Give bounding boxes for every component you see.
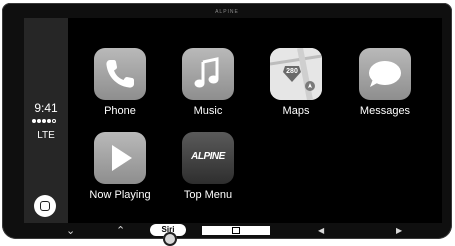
- home-button[interactable]: [34, 195, 56, 217]
- highway-shield-number: 280: [286, 68, 298, 75]
- app-label: Messages: [359, 105, 411, 117]
- alpine-logo-icon: ALPINE: [182, 132, 234, 184]
- app-label: Music: [193, 105, 223, 117]
- hardware-controls: ⌄ ⌃ Siri ◀ ▶: [22, 223, 440, 239]
- app-label: Phone: [104, 105, 136, 117]
- previous-icon[interactable]: ◀: [318, 223, 324, 239]
- app-messages[interactable]: Messages: [345, 48, 425, 117]
- alpine-logo-text: ALPINE: [191, 151, 225, 162]
- signal-strength-icon: [32, 119, 56, 123]
- app-phone[interactable]: Phone: [80, 48, 160, 117]
- chevron-up-icon[interactable]: ⌃: [116, 223, 125, 239]
- head-unit-bezel: ALPINE 9:41 LTE Phone Music 280 Maps Mes…: [2, 3, 452, 239]
- chevron-down-icon[interactable]: ⌄: [66, 223, 75, 239]
- maps-icon: 280: [270, 48, 322, 100]
- app-now-playing[interactable]: Now Playing: [80, 132, 160, 201]
- speech-bubble-icon: [359, 48, 411, 100]
- clock: 9:41: [34, 101, 58, 115]
- app-top-menu[interactable]: ALPINE Top Menu: [168, 132, 248, 201]
- phone-icon: [94, 48, 146, 100]
- play-icon: [94, 132, 146, 184]
- music-note-icon: [182, 48, 234, 100]
- volume-knob[interactable]: [163, 232, 177, 246]
- app-label: Top Menu: [183, 189, 233, 201]
- app-label: Maps: [282, 105, 310, 117]
- app-label: Now Playing: [89, 189, 151, 201]
- brand-label: ALPINE: [215, 9, 239, 15]
- app-music[interactable]: Music: [168, 48, 248, 117]
- next-icon[interactable]: ▶: [396, 223, 402, 239]
- carplay-screen: 9:41 LTE Phone Music 280 Maps Messages N…: [24, 18, 442, 223]
- status-sidebar: 9:41 LTE: [24, 18, 68, 223]
- network-type: LTE: [37, 130, 55, 141]
- app-maps[interactable]: 280 Maps: [256, 48, 336, 117]
- home-bar-button[interactable]: [202, 226, 270, 235]
